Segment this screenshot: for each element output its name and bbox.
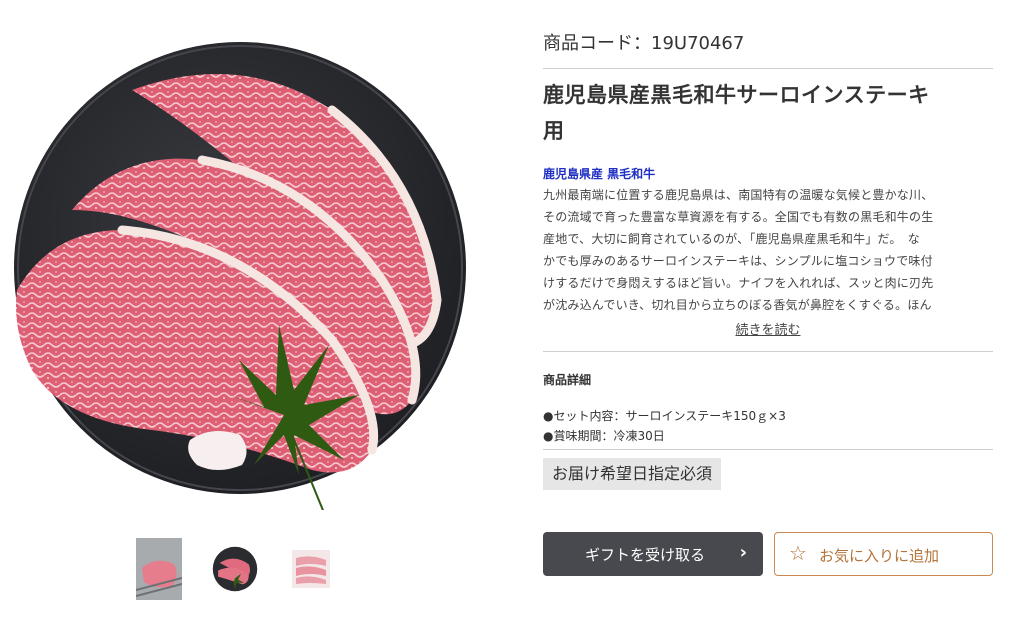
description-line: かでも厚みのあるサーロインステーキは、シンプルに塩コショウで味付 bbox=[543, 254, 933, 268]
thumbnail-steak-on-plate[interactable] bbox=[212, 538, 258, 600]
product-title: 鹿児島県産黒毛和牛サーロインステーキ 用 bbox=[543, 77, 993, 149]
product-code-value: 19U70467 bbox=[651, 33, 745, 54]
thumbnail-steak-on-grill[interactable] bbox=[136, 538, 182, 600]
star-outline-icon: ☆ bbox=[789, 541, 807, 565]
divider bbox=[543, 351, 993, 352]
add-to-favorites-button[interactable]: ☆ お気に入りに追加 bbox=[774, 532, 993, 576]
read-more: 続きを読む bbox=[543, 322, 993, 340]
details-heading: 商品詳細 bbox=[543, 373, 592, 387]
chevron-right-icon: › bbox=[739, 542, 747, 563]
thumbnail-strip bbox=[136, 538, 334, 600]
product-code-label: 商品コード： bbox=[543, 33, 651, 54]
details-list: ●セット内容：サーロインステーキ150ｇ×3 ●賞味期間：冷凍30日 bbox=[543, 406, 993, 446]
description-line: けするだけで身悶えするほど旨い。ナイフを入れれば、スッと肉に刃先 bbox=[543, 276, 934, 290]
delivery-date-badge: お届け希望日指定必須 bbox=[543, 458, 722, 490]
description-line: 九州最南端に位置する鹿児島県は、南国特有の温暖な気候と豊かな川、 bbox=[543, 188, 934, 202]
product-title-line-2: 用 bbox=[543, 119, 565, 143]
description-line: 産地で、大切に飼育されているのが、「鹿児島県産黒毛和牛」だ。 な bbox=[543, 232, 920, 246]
product-info-panel: 商品コード：19U70467 鹿児島県産黒毛和牛サーロインステーキ 用 鹿児島県… bbox=[543, 30, 993, 490]
details-item: ●賞味期間：冷凍30日 bbox=[543, 429, 665, 443]
description-line: が沈み込んでいき、切れ目から立ちのぼる香気が鼻腔をくすぐる。ほん bbox=[543, 298, 932, 312]
divider bbox=[543, 449, 993, 450]
divider bbox=[543, 68, 993, 69]
details-item: ●セット内容：サーロインステーキ150ｇ×3 bbox=[543, 409, 786, 423]
receive-gift-label: ギフトを受け取る bbox=[584, 546, 705, 564]
receive-gift-button[interactable]: ギフトを受け取る › bbox=[543, 532, 763, 576]
action-buttons: ギフトを受け取る › ☆ お気に入りに追加 bbox=[543, 532, 993, 576]
add-to-favorites-label: お気に入りに追加 bbox=[819, 547, 940, 565]
main-product-image bbox=[12, 40, 482, 510]
product-description: 九州最南端に位置する鹿児島県は、南国特有の温暖な気候と豊かな川、 その流域で育っ… bbox=[543, 184, 993, 316]
read-more-link[interactable]: 続きを読む bbox=[735, 323, 800, 338]
steak-plate-illustration bbox=[14, 42, 466, 510]
product-title-line-1: 鹿児島県産黒毛和牛サーロインステーキ bbox=[543, 83, 930, 107]
description-line: その流域で育った豊富な草資源を有する。全国でも有数の黒毛和牛の生 bbox=[543, 210, 934, 224]
thumbnail-sliced-beef-pack[interactable] bbox=[288, 538, 334, 600]
product-code: 商品コード：19U70467 bbox=[543, 30, 993, 58]
product-subtitle: 鹿児島県産 黒毛和牛 bbox=[543, 167, 656, 181]
